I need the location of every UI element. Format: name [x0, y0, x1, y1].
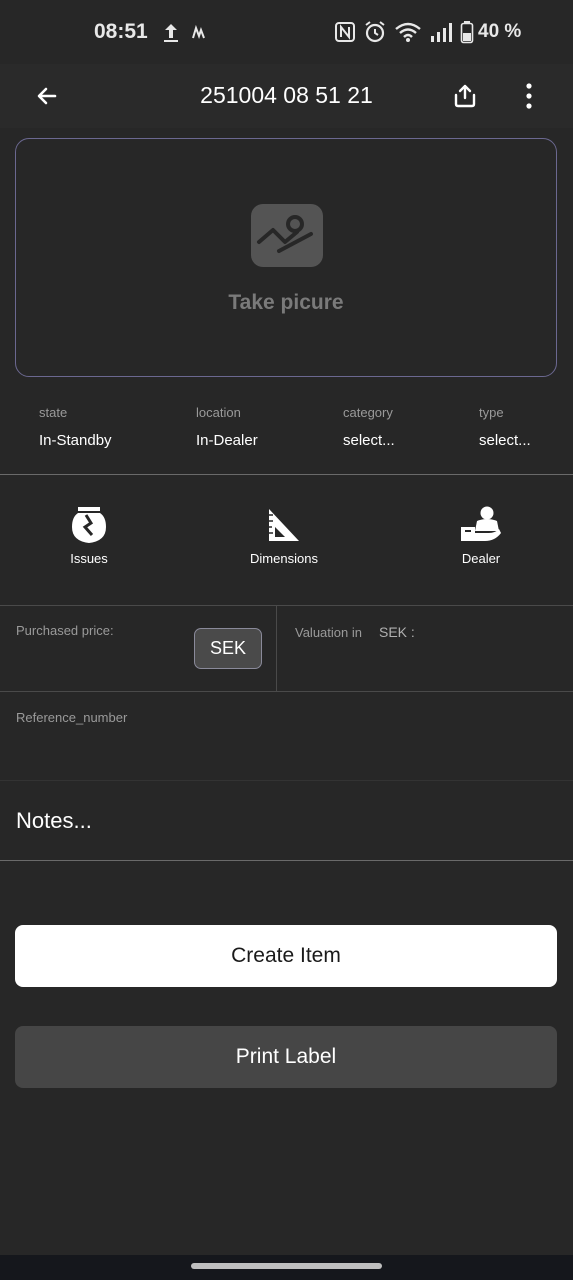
dealer-person-icon	[461, 506, 501, 541]
dealer-button[interactable]: Dealer	[411, 505, 551, 566]
location-value[interactable]: In-Dealer	[196, 432, 258, 449]
dimensions-label: Dimensions	[250, 551, 318, 566]
gesture-icon	[192, 24, 205, 39]
alarm-icon	[365, 21, 385, 43]
broken-vase-icon	[72, 507, 106, 543]
app-bar: 251004 08 51 21	[0, 64, 573, 128]
status-time: 08:51	[94, 20, 148, 43]
issues-label: Issues	[70, 551, 108, 566]
divider	[276, 606, 277, 691]
signal-icon	[431, 23, 452, 42]
type-select[interactable]: select...	[479, 432, 531, 449]
reference-number-field[interactable]: Reference_number	[16, 710, 127, 725]
wifi-icon	[395, 22, 421, 42]
valuation-currency: SEK :	[379, 624, 415, 640]
print-label-button[interactable]: Print Label	[15, 1026, 557, 1088]
issues-button[interactable]: Issues	[19, 505, 159, 566]
page-title: 251004 08 51 21	[200, 82, 373, 108]
location-label: location	[196, 405, 241, 420]
divider	[0, 605, 573, 606]
more-vert-icon	[526, 83, 532, 109]
state-label: state	[39, 405, 68, 420]
divider	[0, 780, 573, 781]
dimensions-button[interactable]: Dimensions	[214, 505, 354, 566]
status-bar: 08:51 40 %	[0, 0, 573, 64]
navigation-bar	[0, 1255, 573, 1280]
divider	[0, 691, 573, 692]
divider	[0, 860, 573, 861]
state-value[interactable]: In-Standby	[39, 432, 112, 449]
take-picture-card[interactable]: Take picure	[15, 138, 557, 377]
valuation-label: Valuation in	[295, 625, 362, 640]
type-label: type	[479, 405, 504, 420]
nfc-icon	[335, 22, 355, 42]
share-button[interactable]	[449, 80, 481, 112]
share-icon	[454, 84, 476, 108]
upload-icon	[164, 24, 178, 42]
take-picture-label: Take picure	[228, 291, 344, 314]
notes-field[interactable]: Notes...	[16, 808, 92, 834]
category-label: category	[343, 405, 393, 420]
currency-button[interactable]: SEK	[194, 628, 262, 669]
category-select[interactable]: select...	[343, 432, 395, 449]
dealer-label: Dealer	[461, 551, 501, 566]
more-options-button[interactable]	[513, 80, 545, 112]
battery-icon	[460, 21, 474, 44]
divider	[0, 474, 573, 475]
home-handle[interactable]	[191, 1263, 382, 1269]
create-item-button[interactable]: Create Item	[15, 925, 557, 987]
ruler-triangle-icon	[269, 509, 299, 541]
purchased-price-label: Purchased price:	[16, 623, 114, 638]
battery-percent: 40 %	[478, 21, 522, 42]
image-placeholder-icon	[251, 204, 323, 267]
